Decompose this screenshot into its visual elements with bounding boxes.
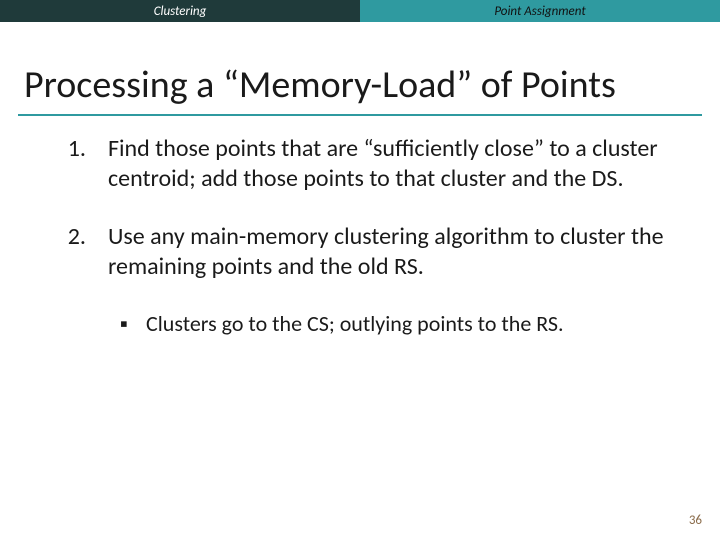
sub-list-item: ▪ Clusters go to the CS; outlying points… [120,310,690,338]
list-item: 2. Use any main-memory clustering algori… [30,222,690,282]
sub-list-text: Clusters go to the CS; outlying points t… [146,310,690,338]
slide-body: 1. Find those points that are “sufficien… [30,134,690,338]
slide-title: Processing a “Memory-Load” of Points [24,62,696,108]
title-underline [18,114,702,116]
page-number: 36 [689,513,702,528]
header-bar: Clustering Point Assignment [0,0,720,22]
header-right-tab: Point Assignment [360,0,720,22]
list-text: Use any main-memory clustering algorithm… [108,222,690,282]
list-text: Find those points that are “sufficiently… [108,134,690,194]
list-number: 1. [30,134,108,164]
header-left-tab: Clustering [0,0,360,22]
list-item: 1. Find those points that are “sufficien… [30,134,690,194]
list-number: 2. [30,222,108,252]
square-bullet-icon: ▪ [120,310,146,338]
